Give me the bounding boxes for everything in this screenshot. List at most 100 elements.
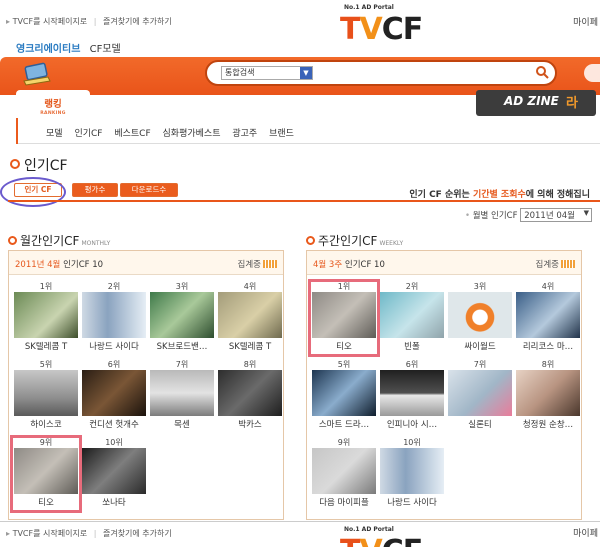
tab-world-cf[interactable]: 해외CF WORLD CF <box>174 90 244 118</box>
period-select[interactable]: 2011년 04월 ▼ <box>520 208 592 222</box>
subnav-popular-cf[interactable]: 인기CF <box>74 129 102 139</box>
sub-navigation: 모델 인기CF 베스트CF 심화평가베스트 광고주 브랜드 <box>16 118 600 144</box>
weekly-head-rest: 인기CF 10 <box>344 260 385 270</box>
cf-thumbnail[interactable] <box>150 292 214 338</box>
cf-title[interactable]: 쏘나타 <box>81 496 147 508</box>
tab-sublabel: RANKING <box>40 111 66 116</box>
set-homepage-link[interactable]: TVCF를 시작페이지로 <box>13 529 88 538</box>
cf-thumbnail[interactable] <box>82 448 146 494</box>
monthly-cf-item[interactable]: 8위 박카스 <box>217 359 283 430</box>
tab-ranking[interactable]: 랭킹 RANKING <box>16 90 90 118</box>
monthly-cf-item[interactable]: 3위 SK브로드밴… <box>149 281 215 352</box>
tab-world-print[interactable]: 해외PRINT WORLD PRINT <box>334 90 414 118</box>
progress-bars-icon <box>561 260 575 268</box>
subnav-brand[interactable]: 브랜드 <box>269 129 294 139</box>
subnav-deep-eval-best[interactable]: 심화평가베스트 <box>163 129 221 139</box>
cf-title[interactable]: 하이스코 <box>13 418 79 430</box>
weekly-cf-item[interactable]: 6위 인피니아 시… <box>379 359 445 430</box>
section-name[interactable]: CF모델 <box>90 44 121 55</box>
cf-title[interactable]: SK브로드밴… <box>149 340 215 352</box>
cf-title[interactable]: 목센 <box>149 418 215 430</box>
cf-title[interactable]: 스마트 드라… <box>311 418 377 430</box>
monthly-cf-item[interactable]: 6위 컨디션 헛개수 <box>81 359 147 430</box>
monthly-cf-item[interactable]: 1위 SK텔레콤 T <box>13 281 79 352</box>
cf-title[interactable]: 리리코스 마… <box>515 340 581 352</box>
cf-thumbnail[interactable] <box>380 448 444 494</box>
monthly-cf-item[interactable]: 4위 SK텔레콤 T <box>217 281 283 352</box>
monthly-cf-item[interactable]: 7위 목센 <box>149 359 215 430</box>
cf-thumbnail[interactable] <box>516 370 580 416</box>
cf-thumbnail[interactable] <box>82 292 146 338</box>
subnav-advertiser[interactable]: 광고주 <box>232 129 257 139</box>
cf-thumbnail[interactable] <box>82 370 146 416</box>
search-icon[interactable] <box>535 65 549 79</box>
tab-label: 해외CF <box>194 98 224 109</box>
cf-thumbnail[interactable] <box>150 370 214 416</box>
site-logo[interactable]: No.1 AD Portal TVCF <box>330 4 440 48</box>
site-logo[interactable]: No.1 AD Portal TVCF <box>330 526 440 547</box>
weekly-cf-item[interactable]: 8위 청정원 순창… <box>515 359 581 430</box>
adzine-banner[interactable]: AD ZINE 라 <box>476 90 596 116</box>
ring-bullet-icon <box>306 236 315 245</box>
logo-letter-v: V <box>359 12 382 47</box>
cf-title[interactable]: 싸이월드 <box>447 340 513 352</box>
weekly-cf-item[interactable]: 4위 리리코스 마… <box>515 281 581 352</box>
monthly-cf-item[interactable]: 10위 쏘나타 <box>81 437 147 508</box>
page-title: 인기CF <box>10 155 68 175</box>
header-right-button[interactable] <box>584 64 600 82</box>
weekly-cf-item[interactable]: 2위 빈폴 <box>379 281 445 352</box>
weekly-cf-item[interactable]: 10위 나랑드 사이다 <box>379 437 445 508</box>
rank-label: 9위 <box>337 438 351 447</box>
cf-title[interactable]: 실론티 <box>447 418 513 430</box>
cf-thumbnail[interactable] <box>516 292 580 338</box>
monthly-title: 월간인기CF MONTHLY <box>8 232 110 249</box>
weekly-cf-item[interactable]: 9위다음 마이피플 <box>311 437 377 508</box>
progress-bars-icon <box>263 260 277 268</box>
cf-title[interactable]: 다음 마이피플 <box>311 496 377 508</box>
tab-sublabel: WORLD CF <box>195 110 223 115</box>
cf-thumbnail[interactable] <box>380 370 444 416</box>
tab-korea-print[interactable]: 국내PRINT KOREA PRINT <box>252 90 332 118</box>
cf-thumbnail[interactable] <box>380 292 444 338</box>
search-scope-select[interactable]: 통합검색 ▼ <box>221 66 313 80</box>
weekly-cf-item[interactable]: 5위 스마트 드라… <box>311 359 377 430</box>
cf-thumbnail[interactable] <box>14 370 78 416</box>
bookmark-link[interactable]: 즐겨찾기에 추가하기 <box>103 529 172 538</box>
weekly-cf-item[interactable]: 7위 실론티 <box>447 359 513 430</box>
weekly-title-en: WEEKLY <box>379 240 404 247</box>
monthly-box: 2011년 4월 인기CF 10 집계중 1위 SK텔레콤 T 2위 나랑드 사이다 3… <box>8 250 284 520</box>
cf-title[interactable]: SK텔레콤 T <box>217 340 283 352</box>
company-name[interactable]: 영크리에이티브 <box>16 44 80 55</box>
mypage-link[interactable]: 마이페 <box>573 526 598 539</box>
cf-title[interactable]: 인피니아 시… <box>379 418 445 430</box>
cf-title[interactable]: 빈폴 <box>379 340 445 352</box>
filter-download-count[interactable]: 다운로드수 <box>120 183 178 197</box>
rank-label: 2위 <box>107 282 121 291</box>
subnav-model[interactable]: 모델 <box>46 129 63 139</box>
set-homepage-link[interactable]: TVCF를 시작페이지로 <box>13 17 88 26</box>
cf-title[interactable]: 나랑드 사이다 <box>379 496 445 508</box>
cf-title[interactable]: 컨디션 헛개수 <box>81 418 147 430</box>
divider-line <box>8 200 600 202</box>
tab-korea-cf[interactable]: 국내CF KOREA CF <box>96 90 166 118</box>
mypage-link[interactable]: 마이페 <box>573 15 598 28</box>
cf-title[interactable]: 나랑드 사이다 <box>81 340 147 352</box>
cf-title[interactable]: 박카스 <box>217 418 283 430</box>
monthly-cf-item[interactable]: 2위나랑드 사이다 <box>81 281 147 352</box>
cf-thumbnail[interactable] <box>14 292 78 338</box>
bookmark-link[interactable]: 즐겨찾기에 추가하기 <box>103 17 172 26</box>
cf-thumbnail[interactable] <box>448 370 512 416</box>
cf-thumbnail[interactable] <box>218 292 282 338</box>
cf-thumbnail[interactable] <box>312 448 376 494</box>
cf-title[interactable]: SK텔레콤 T <box>13 340 79 352</box>
cf-title[interactable]: 청정원 순창… <box>515 418 581 430</box>
subnav-best-cf[interactable]: 베스트CF <box>114 129 150 139</box>
weekly-cf-item[interactable]: 3위 싸이월드 <box>447 281 513 352</box>
cf-thumbnail[interactable] <box>218 370 282 416</box>
monthly-cf-item[interactable]: 5위 하이스코 <box>13 359 79 430</box>
cf-thumbnail[interactable] <box>312 370 376 416</box>
filter-rating-count[interactable]: 평가수 <box>72 183 118 197</box>
cf-thumbnail[interactable] <box>448 292 512 338</box>
monthly-header-label: 2011년 4월 인기CF 10 <box>15 258 103 270</box>
rank-label: 4위 <box>243 282 257 291</box>
